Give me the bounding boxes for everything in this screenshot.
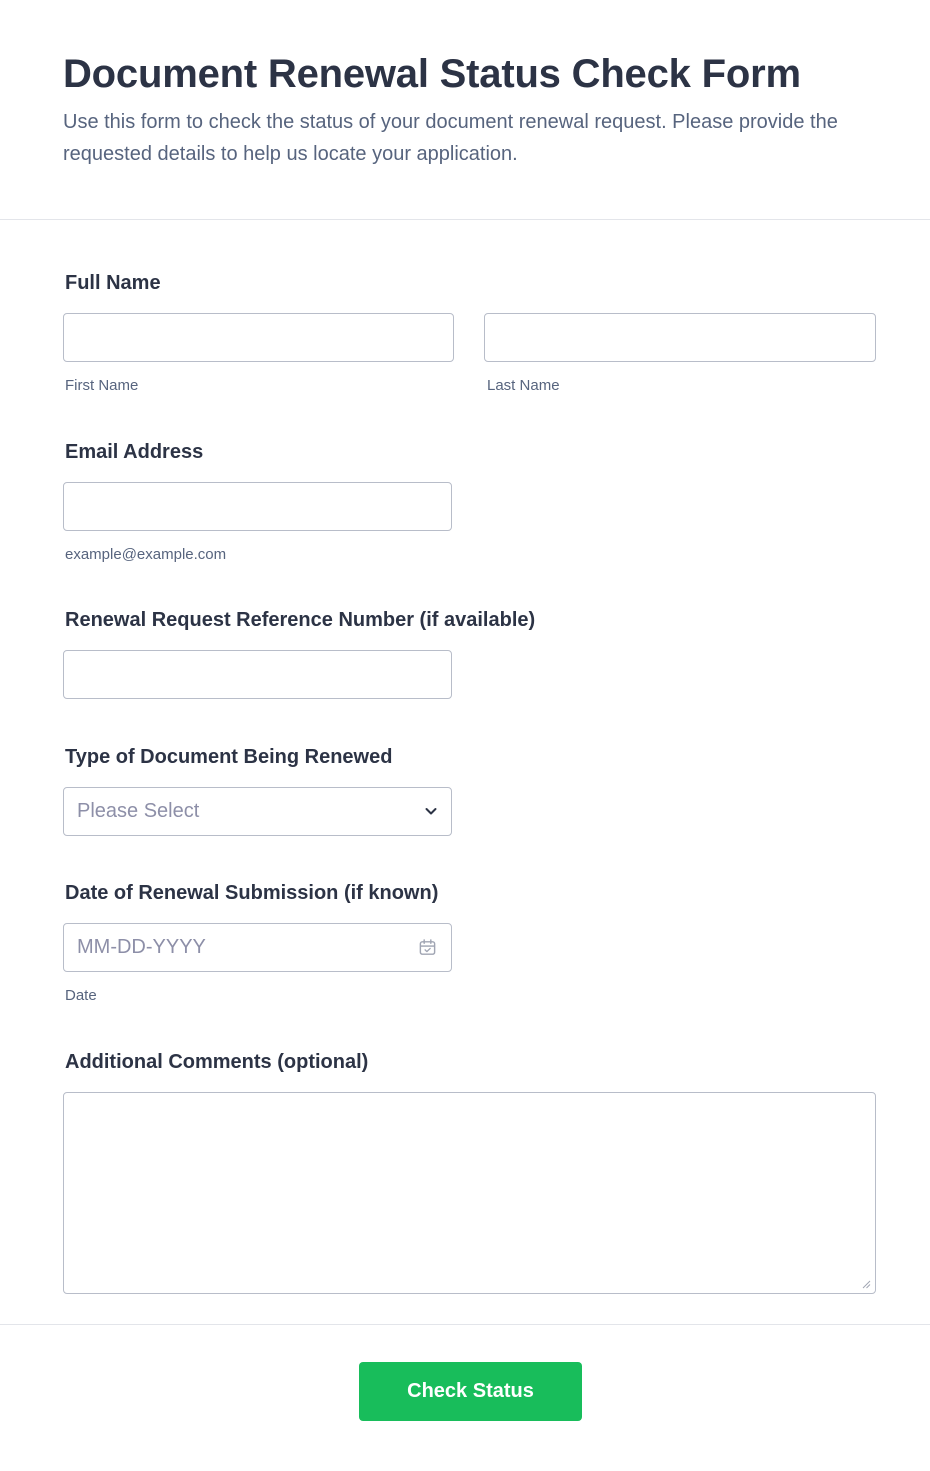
date-placeholder: MM-DD-YYYY [77,936,206,958]
footer-divider [0,1324,930,1325]
reference-number-label: Renewal Request Reference Number (if ava… [65,609,536,631]
submission-date-input[interactable]: MM-DD-YYYY [63,923,452,972]
calendar-icon[interactable] [418,938,437,957]
page-subtitle: Use this form to check the status of you… [63,111,838,165]
document-type-label: Type of Document Being Renewed [65,746,393,768]
email-sublabel: example@example.com [65,546,227,563]
comments-textarea[interactable] [63,1092,876,1294]
document-type-select[interactable]: Please Select [63,787,452,836]
email-input[interactable] [63,482,452,531]
document-type-selected-value: Please Select [77,800,200,822]
full-name-label: Full Name [65,272,161,294]
check-status-button[interactable]: Check Status [359,1362,582,1421]
last-name-sublabel: Last Name [487,377,560,394]
first-name-sublabel: First Name [65,377,139,394]
reference-number-input[interactable] [63,650,452,699]
submission-date-label: Date of Renewal Submission (if known) [65,882,439,904]
last-name-input[interactable] [484,313,876,362]
email-label: Email Address [65,441,204,463]
comments-label: Additional Comments (optional) [65,1051,369,1073]
date-sublabel: Date [65,987,97,1004]
resize-handle-icon[interactable] [861,1279,871,1289]
form-page: Document Renewal Status Check Form Use t… [0,0,930,1471]
chevron-down-icon [425,808,437,815]
form-header: Document Renewal Status Check Form Use t… [0,0,930,220]
page-title: Document Renewal Status Check Form [63,52,801,96]
first-name-input[interactable] [63,313,454,362]
